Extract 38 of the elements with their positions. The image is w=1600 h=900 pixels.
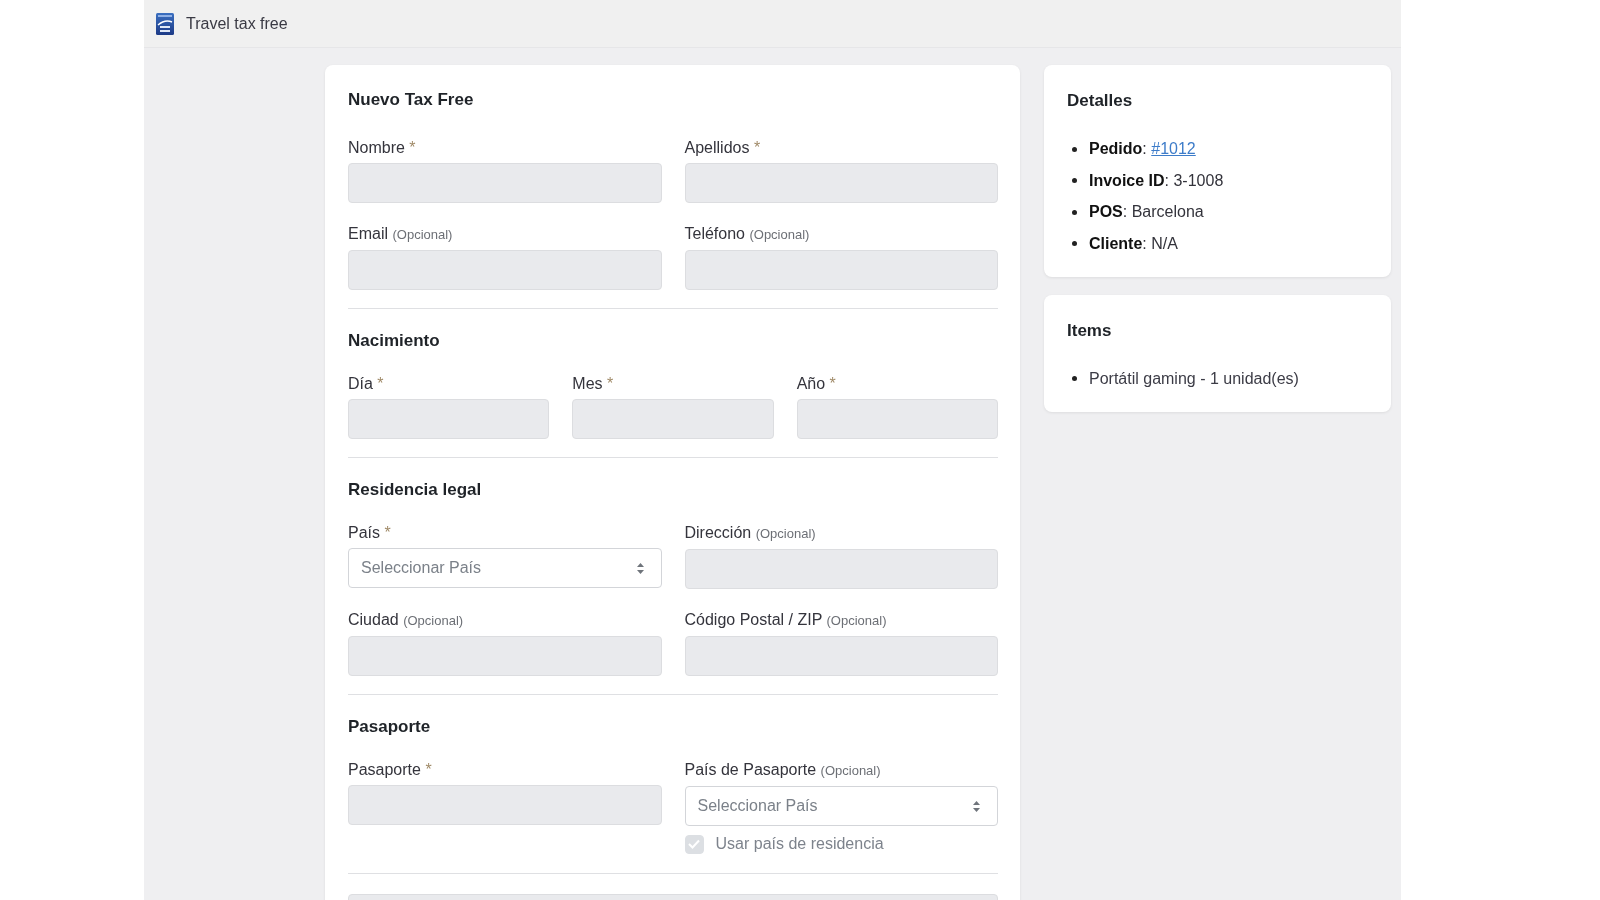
- field-label: Ciudad (Opcional): [348, 610, 464, 630]
- field-label: País *: [348, 523, 391, 543]
- field-label: País de Pasaporte (Opcional): [684, 760, 881, 780]
- field-label: Apellidos *: [684, 138, 761, 158]
- detail-label: Pedido:: [1089, 140, 1147, 157]
- section-heading: Pasaporte: [348, 716, 431, 738]
- country-select[interactable]: Seleccionar País: [684, 786, 998, 826]
- section-heading: Residencia legal: [348, 479, 482, 501]
- bullet-icon: [1072, 146, 1077, 152]
- updown-caret-icon: [636, 562, 644, 574]
- item-text: Portátil gaming - 1 unidad(es): [1089, 368, 1299, 389]
- field-label: Dirección (Opcional): [684, 523, 816, 543]
- bullet-icon: [1072, 178, 1077, 183]
- bullet-icon: [1072, 376, 1077, 381]
- field-label: Pasaporte *: [348, 760, 432, 780]
- field-label: Nombre *: [348, 138, 416, 158]
- field-label: Email (Opcional): [348, 224, 453, 244]
- country-select[interactable]: Seleccionar País: [348, 548, 662, 588]
- card-title: Detalles: [1067, 90, 1133, 112]
- checkbox-label: Usar país de residencia: [715, 834, 884, 854]
- field-label: Código Postal / ZIP (Opcional): [684, 610, 887, 630]
- app-title: Travel tax free: [186, 14, 288, 33]
- bullet-icon: [1072, 241, 1077, 246]
- detail-text: Invoice ID: 3-1008: [1089, 170, 1224, 191]
- field-label: Día *: [348, 374, 384, 394]
- bullet-icon: [1072, 209, 1077, 215]
- field-label: Teléfono (Opcional): [684, 224, 810, 244]
- detail-text: POS: Barcelona: [1089, 202, 1204, 222]
- form-title: Nuevo Tax Free: [348, 89, 474, 111]
- card-title: Items: [1067, 319, 1112, 342]
- tick-icon: [688, 839, 700, 849]
- field-label: Mes *: [572, 374, 614, 394]
- section-heading: Nacimiento: [348, 330, 440, 352]
- updown-caret-icon: [973, 800, 980, 812]
- logo-icon: [156, 12, 174, 35]
- field-label: Año *: [796, 374, 836, 394]
- order-link[interactable]: #1012: [1151, 140, 1196, 157]
- detail-text: Cliente: N/A: [1089, 233, 1178, 254]
